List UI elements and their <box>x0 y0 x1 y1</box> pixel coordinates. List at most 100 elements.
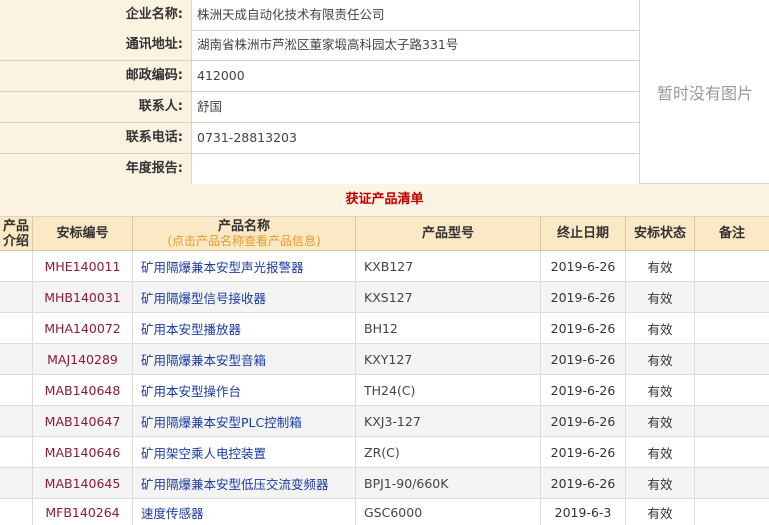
address-value: 湖南省株洲市芦淞区董家塅高科园太子路331号 <box>197 37 459 52</box>
address-label: 通讯地址: <box>0 30 192 60</box>
intro-cell <box>0 282 33 312</box>
table-row: MAB140648 矿用本安型操作台 TH24(C) 2019-6-26 有效 <box>0 375 769 406</box>
address-row: 通讯地址: 湖南省株洲市芦淞区董家塅高科园太子路331号 <box>0 30 639 61</box>
date-cell: 2019-6-26 <box>541 313 626 343</box>
phone-row: 联系电话: 0731-28813203 <box>0 123 639 154</box>
model-cell: KXB127 <box>356 251 541 281</box>
date-cell: 2019-6-26 <box>541 468 626 498</box>
intro-cell <box>0 406 33 436</box>
date-cell: 2019-6-3 <box>541 499 626 525</box>
date-cell: 2019-6-26 <box>541 251 626 281</box>
date-cell: 2019-6-26 <box>541 375 626 405</box>
contact-label: 联系人: <box>0 92 192 122</box>
phone-label: 联系电话: <box>0 123 192 153</box>
table-row: MAB140645 矿用隔爆兼本安型低压交流变频器 BPJ1-90/660K 2… <box>0 468 769 499</box>
product-name-link[interactable]: 矿用隔爆兼本安型声光报警器 <box>133 251 356 281</box>
code-cell: MAJ140289 <box>33 344 133 374</box>
phone-value: 0731-28813203 <box>197 130 297 145</box>
date-cell: 2019-6-26 <box>541 344 626 374</box>
code-cell: MAB140645 <box>33 468 133 498</box>
table-row: MHA140072 矿用本安型播放器 BH12 2019-6-26 有效 <box>0 313 769 344</box>
intro-cell <box>0 344 33 374</box>
product-name-link[interactable]: 矿用隔爆兼本安型PLC控制箱 <box>133 406 356 436</box>
date-cell: 2019-6-26 <box>541 406 626 436</box>
table-row: MHE140011 矿用隔爆兼本安型声光报警器 KXB127 2019-6-26… <box>0 251 769 282</box>
intro-cell <box>0 437 33 467</box>
date-cell: 2019-6-26 <box>541 437 626 467</box>
intro-cell <box>0 251 33 281</box>
note-cell <box>695 344 769 374</box>
intro-cell <box>0 375 33 405</box>
intro-cell <box>0 499 33 525</box>
status-cell: 有效 <box>626 437 695 467</box>
model-cell: BH12 <box>356 313 541 343</box>
status-cell: 有效 <box>626 468 695 498</box>
company-name-value: 株洲天成自动化技术有限责任公司 <box>197 7 385 22</box>
status-cell: 有效 <box>626 344 695 374</box>
intro-cell <box>0 468 33 498</box>
model-cell: TH24(C) <box>356 375 541 405</box>
header-name: 产品名称 (点击产品名称查看产品信息) <box>133 217 356 250</box>
company-image-area: 暂时没有图片 <box>639 0 769 184</box>
note-cell <box>695 406 769 436</box>
product-name-link[interactable]: 速度传感器 <box>133 499 356 525</box>
code-cell: MAB140647 <box>33 406 133 436</box>
status-cell: 有效 <box>626 406 695 436</box>
model-cell: GSC6000 <box>356 499 541 525</box>
product-name-link[interactable]: 矿用隔爆型信号接收器 <box>133 282 356 312</box>
code-cell: MHE140011 <box>33 251 133 281</box>
contact-row: 联系人: 舒国 <box>0 92 639 123</box>
postcode-row: 邮政编码: 412000 <box>0 61 639 92</box>
product-list-title: 获证产品清单 <box>0 184 769 217</box>
status-cell: 有效 <box>626 313 695 343</box>
header-name-label: 产品名称 <box>217 218 270 234</box>
code-cell: MFB140264 <box>33 499 133 525</box>
code-cell: MHB140031 <box>33 282 133 312</box>
company-name-label: 企业名称: <box>0 0 192 30</box>
status-cell: 有效 <box>626 499 695 525</box>
annual-report-row: 年度报告: <box>0 154 639 184</box>
date-cell: 2019-6-26 <box>541 282 626 312</box>
postcode-label: 邮政编码: <box>0 61 192 91</box>
header-intro: 产品介绍 <box>0 217 33 250</box>
product-name-link[interactable]: 矿用本安型操作台 <box>133 375 356 405</box>
model-cell: KXJ3-127 <box>356 406 541 436</box>
intro-cell <box>0 313 33 343</box>
product-name-link[interactable]: 矿用隔爆兼本安型低压交流变频器 <box>133 468 356 498</box>
header-note: 备注 <box>718 226 745 241</box>
header-code: 安标编号 <box>33 217 133 250</box>
company-name-row: 企业名称: 株洲天成自动化技术有限责任公司 <box>0 0 639 31</box>
code-cell: MHA140072 <box>33 313 133 343</box>
note-cell <box>695 375 769 405</box>
contact-value: 舒国 <box>197 99 223 114</box>
product-name-link[interactable]: 矿用本安型播放器 <box>133 313 356 343</box>
header-name-hint: (点击产品名称查看产品信息) <box>167 233 321 248</box>
table-header: 产品介绍 安标编号 产品名称 (点击产品名称查看产品信息) 产品型号 终止日期 … <box>0 217 769 251</box>
company-info: 企业名称: 株洲天成自动化技术有限责任公司 通讯地址: 湖南省株洲市芦淞区董家塅… <box>0 0 769 184</box>
product-name-link[interactable]: 矿用隔爆兼本安型音箱 <box>133 344 356 374</box>
postcode-value: 412000 <box>197 68 245 83</box>
status-cell: 有效 <box>626 375 695 405</box>
product-name-link[interactable]: 矿用架空乘人电控装置 <box>133 437 356 467</box>
header-status: 安标状态 <box>626 217 695 250</box>
code-cell: MAB140648 <box>33 375 133 405</box>
table-row: MFB140264 速度传感器 GSC6000 2019-6-3 有效 <box>0 499 769 525</box>
note-cell <box>695 313 769 343</box>
status-cell: 有效 <box>626 282 695 312</box>
annual-report-label: 年度报告: <box>0 154 192 184</box>
status-cell: 有效 <box>626 251 695 281</box>
note-cell <box>695 282 769 312</box>
model-cell: KXY127 <box>356 344 541 374</box>
code-cell: MAB140646 <box>33 437 133 467</box>
note-cell <box>695 499 769 525</box>
note-cell <box>695 468 769 498</box>
model-cell: KXS127 <box>356 282 541 312</box>
note-cell <box>695 251 769 281</box>
header-date: 终止日期 <box>541 217 626 250</box>
header-model: 产品型号 <box>356 217 541 250</box>
model-cell: BPJ1-90/660K <box>356 468 541 498</box>
table-row: MHB140031 矿用隔爆型信号接收器 KXS127 2019-6-26 有效 <box>0 282 769 313</box>
table-row: MAB140647 矿用隔爆兼本安型PLC控制箱 KXJ3-127 2019-6… <box>0 406 769 437</box>
table-row: MAB140646 矿用架空乘人电控装置 ZR(C) 2019-6-26 有效 <box>0 437 769 468</box>
table-row: MAJ140289 矿用隔爆兼本安型音箱 KXY127 2019-6-26 有效 <box>0 344 769 375</box>
